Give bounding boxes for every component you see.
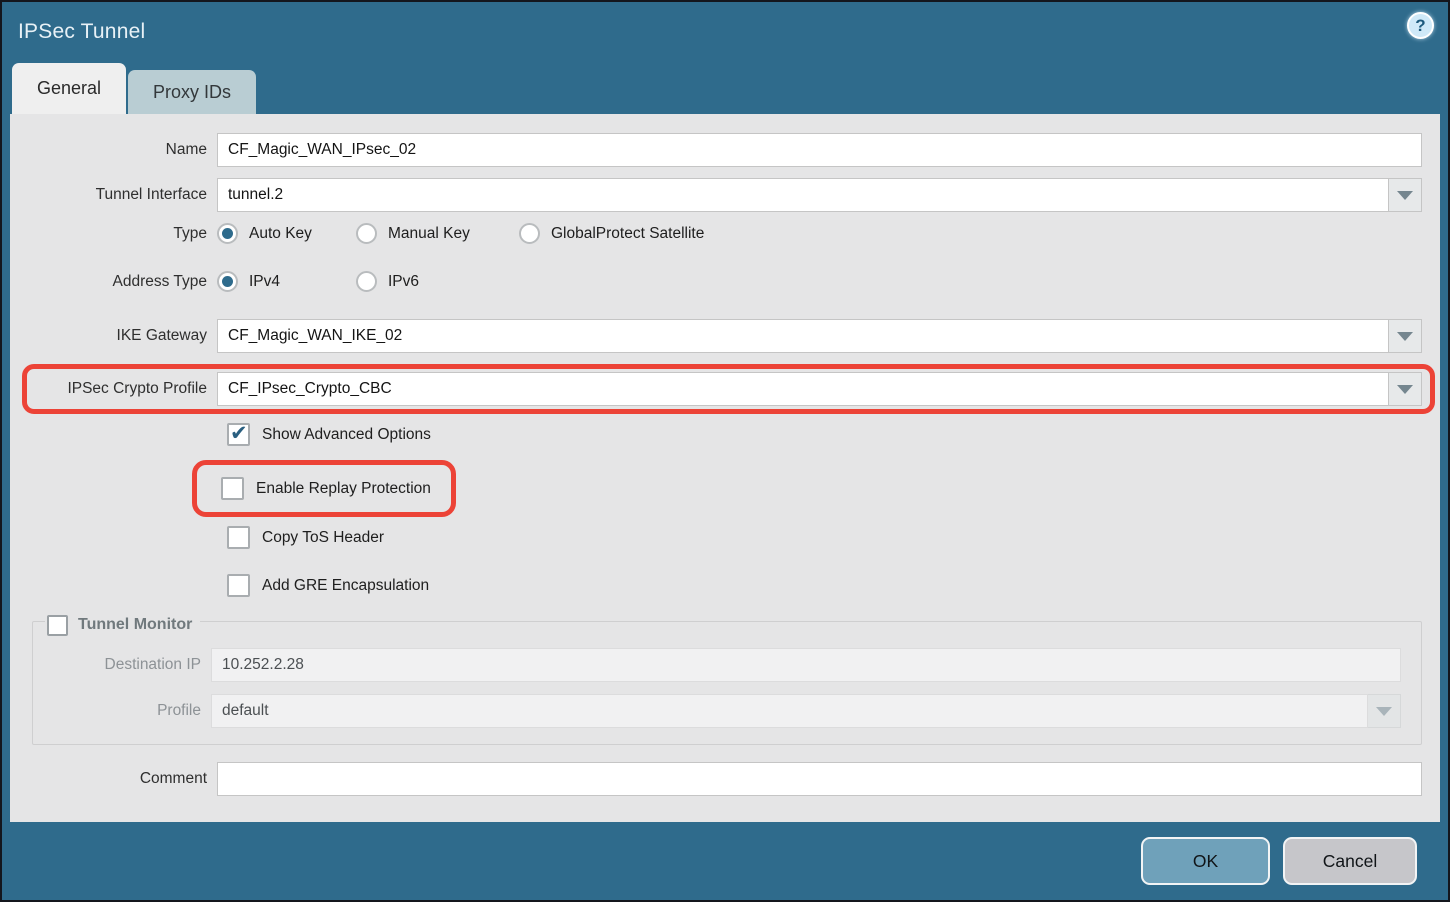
- tunnel-monitor-label: Tunnel Monitor: [78, 616, 192, 634]
- tunnel-monitor-legend[interactable]: Tunnel Monitor: [45, 612, 200, 638]
- copy-tos-header-label: Copy ToS Header: [262, 529, 384, 547]
- profile-dropdown-button: [1368, 694, 1401, 728]
- radio-label: IPv6: [388, 273, 433, 291]
- add-gre-encapsulation-label: Add GRE Encapsulation: [262, 577, 429, 595]
- ipsec-crypto-profile-input[interactable]: [217, 372, 1389, 406]
- radio-icon[interactable]: [519, 223, 540, 244]
- ipsec-crypto-profile-label: IPSec Crypto Profile: [32, 380, 217, 398]
- ok-button[interactable]: OK: [1141, 837, 1270, 885]
- enable-replay-protection-highlight: Enable Replay Protection: [192, 460, 456, 517]
- enable-replay-protection-label: Enable Replay Protection: [256, 480, 431, 498]
- ike-gateway-label: IKE Gateway: [10, 327, 217, 345]
- copy-tos-header-row[interactable]: Copy ToS Header: [227, 524, 1440, 551]
- copy-tos-header-checkbox[interactable]: [227, 526, 250, 549]
- name-input[interactable]: [217, 133, 1422, 167]
- chevron-down-icon: [1397, 385, 1413, 394]
- radio-label: IPv4: [249, 273, 294, 291]
- radio-icon[interactable]: [356, 223, 377, 244]
- tab-general[interactable]: General: [12, 63, 126, 114]
- show-advanced-options-checkbox[interactable]: [227, 423, 250, 446]
- dialog-footer: OK Cancel: [2, 822, 1448, 900]
- radio-option-ipv4[interactable]: IPv4: [217, 271, 356, 292]
- radio-option-auto-key[interactable]: Auto Key: [217, 223, 356, 244]
- radio-option-globalprotect-satellite[interactable]: GlobalProtect Satellite: [519, 223, 718, 244]
- name-row: Name: [10, 133, 1440, 167]
- radio-label: Manual Key: [388, 225, 484, 243]
- radio-option-ipv6[interactable]: IPv6: [356, 271, 495, 292]
- enable-replay-protection-row[interactable]: Enable Replay Protection: [221, 475, 431, 502]
- add-gre-encapsulation-checkbox[interactable]: [227, 574, 250, 597]
- tunnel-interface-combo: [217, 178, 1422, 212]
- ike-gateway-input[interactable]: [217, 319, 1389, 353]
- type-radio-group: Auto Key Manual Key GlobalProtect Satell…: [217, 223, 718, 244]
- destination-ip-label: Destination IP: [33, 656, 211, 674]
- tab-bar: General Proxy IDs: [2, 62, 1448, 114]
- address-type-label: Address Type: [10, 273, 217, 291]
- tunnel-monitor-checkbox[interactable]: [47, 615, 68, 636]
- radio-icon[interactable]: [217, 223, 238, 244]
- type-label: Type: [10, 225, 217, 243]
- tunnel-monitor-fieldset: Tunnel Monitor Destination IP Profile: [32, 621, 1422, 745]
- radio-icon[interactable]: [217, 271, 238, 292]
- tunnel-interface-input[interactable]: [217, 178, 1389, 212]
- radio-option-manual-key[interactable]: Manual Key: [356, 223, 519, 244]
- ipsec-crypto-profile-dropdown-button[interactable]: [1389, 372, 1422, 406]
- comment-row: Comment: [10, 762, 1440, 796]
- show-advanced-options-label: Show Advanced Options: [262, 426, 431, 444]
- destination-ip-row: Destination IP: [33, 648, 1411, 682]
- radio-icon[interactable]: [356, 271, 377, 292]
- radio-label: GlobalProtect Satellite: [551, 225, 718, 243]
- comment-input[interactable]: [217, 762, 1422, 796]
- tunnel-interface-row: Tunnel Interface: [10, 178, 1440, 212]
- dialog-title: IPSec Tunnel: [18, 20, 145, 44]
- profile-input: [211, 694, 1368, 728]
- add-gre-encapsulation-row[interactable]: Add GRE Encapsulation: [227, 572, 1440, 599]
- ike-gateway-dropdown-button[interactable]: [1389, 319, 1422, 353]
- type-row: Type Auto Key Manual Key GlobalProtect S…: [10, 223, 1440, 244]
- chevron-down-icon: [1397, 332, 1413, 341]
- name-label: Name: [10, 141, 217, 159]
- profile-label: Profile: [33, 702, 211, 720]
- tunnel-interface-label: Tunnel Interface: [10, 186, 217, 204]
- cancel-button[interactable]: Cancel: [1283, 837, 1417, 885]
- general-tab-panel: Name Tunnel Interface Type Auto Key: [10, 114, 1440, 822]
- tab-proxy-ids[interactable]: Proxy IDs: [128, 70, 256, 114]
- show-advanced-options-row[interactable]: Show Advanced Options: [227, 421, 1440, 448]
- ike-gateway-combo: [217, 319, 1422, 353]
- profile-row: Profile: [33, 694, 1411, 728]
- ike-gateway-row: IKE Gateway: [10, 319, 1440, 353]
- chevron-down-icon: [1376, 707, 1392, 716]
- ipsec-crypto-profile-row: IPSec Crypto Profile: [32, 372, 1422, 406]
- enable-replay-protection-checkbox[interactable]: [221, 477, 244, 500]
- ipsec-crypto-profile-combo: [217, 372, 1422, 406]
- radio-label: Auto Key: [249, 225, 326, 243]
- help-icon[interactable]: ?: [1407, 12, 1434, 39]
- chevron-down-icon: [1397, 191, 1413, 200]
- destination-ip-input: [211, 648, 1401, 682]
- profile-combo: [211, 694, 1401, 728]
- address-type-radio-group: IPv4 IPv6: [217, 271, 495, 292]
- ipsec-tunnel-dialog: IPSec Tunnel ? General Proxy IDs Name Tu…: [0, 0, 1450, 902]
- tunnel-interface-dropdown-button[interactable]: [1389, 178, 1422, 212]
- dialog-titlebar: IPSec Tunnel ?: [2, 2, 1448, 62]
- address-type-row: Address Type IPv4 IPv6: [10, 271, 1440, 292]
- comment-label: Comment: [10, 770, 217, 788]
- ipsec-crypto-profile-highlight: IPSec Crypto Profile: [22, 364, 1435, 414]
